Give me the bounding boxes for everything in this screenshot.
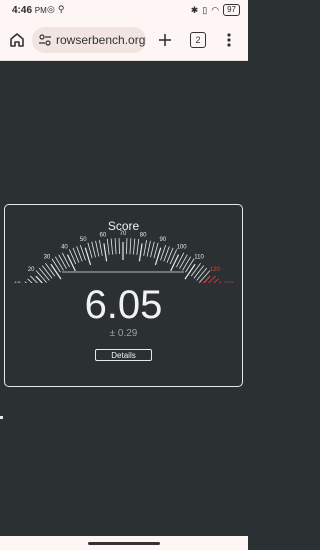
gauge-tick (185, 258, 195, 273)
gauge-tick-label: 60 (100, 233, 107, 239)
url-text[interactable]: rowserbench.org (56, 33, 145, 47)
score-gauge: 0102030405060708090100110120130140 (14, 231, 234, 283)
gesture-nav-bar (0, 536, 248, 550)
page-content: Score 0102030405060708090100110120130140… (0, 61, 248, 536)
gauge-tick (106, 238, 110, 255)
tab-switcher-button[interactable]: 2 (190, 32, 206, 48)
gauge-tick (54, 256, 64, 271)
notification-icons: ◎⚲ (47, 4, 67, 15)
gauge-tick (129, 238, 132, 255)
gauge-tick (38, 267, 50, 281)
gauge-tick (99, 240, 103, 256)
gauge-tick (138, 243, 143, 262)
address-bar[interactable]: rowserbench.org (32, 27, 146, 53)
gauge-tick (95, 240, 100, 257)
gauge-tick-label: 20 (28, 267, 35, 273)
gauge-tick (41, 265, 53, 279)
gauge-tick (182, 256, 192, 271)
gauge-tick (153, 242, 159, 259)
gauge-tick (66, 254, 76, 272)
new-tab-icon[interactable] (156, 31, 174, 49)
gauge-tick (176, 252, 185, 268)
gauge-tick (170, 254, 180, 272)
score-card: Score 0102030405060708090100110120130140… (4, 204, 243, 387)
gauge-tick (91, 241, 96, 258)
gauge-tick (143, 240, 147, 256)
gauge-tick-label: 110 (194, 254, 204, 260)
gauge-tick (193, 265, 205, 279)
gauge-tick (146, 240, 151, 257)
bluetooth-icon: ✱ (190, 4, 199, 15)
gauge-tick (196, 267, 208, 281)
gauge-tick (184, 263, 196, 280)
gauge-tick-label: 40 (61, 244, 68, 250)
gauge-tick (114, 238, 117, 255)
status-ampm: PM (34, 6, 47, 15)
system-icons: ✱ ▯ ◠ 97 (191, 4, 240, 16)
gauge-tick (51, 258, 61, 273)
gauge-tick-label: 50 (80, 237, 87, 243)
gauge-tick (61, 252, 70, 268)
gauge-tick (190, 262, 201, 277)
gauge-tick (45, 262, 56, 277)
home-icon[interactable] (8, 31, 26, 49)
gauge-tick (179, 254, 188, 269)
chrome-notification-icon: ◎ (47, 4, 58, 14)
wifi-icon: ◠ (211, 4, 220, 15)
gauge-tick (110, 238, 114, 255)
vibrate-icon: ▯ (202, 4, 208, 15)
status-bar: 4:46 PM ◎⚲ ✱ ▯ ◠ 97 (0, 0, 248, 22)
gauge-tick (150, 241, 155, 258)
home-gesture-handle[interactable] (88, 542, 160, 545)
status-time: 4:46 PM (12, 5, 47, 16)
gauge-tick-label: 100 (177, 244, 188, 250)
gauge-tick-label: 70 (120, 231, 127, 237)
gauge-tick (199, 270, 211, 283)
gauge-tick-label: 30 (44, 254, 51, 260)
more-menu-icon[interactable] (226, 31, 232, 49)
signal-notification-icon: ⚲ (57, 4, 68, 14)
gauge-tick (132, 238, 136, 255)
details-button[interactable]: Details (95, 349, 152, 361)
gauge-tick (35, 270, 47, 283)
status-time-value: 4:46 (12, 5, 33, 16)
gauge-tick-label: 80 (140, 233, 147, 239)
gauge-tick (136, 238, 140, 255)
gauge-tick-label: 120 (210, 267, 221, 273)
score-error: ± 0.29 (109, 328, 138, 339)
gauge-tick (50, 263, 62, 280)
gauge-tick (87, 242, 93, 259)
score-value: 6.05 (84, 283, 163, 327)
site-settings-icon[interactable] (38, 33, 52, 47)
battery-icon: 97 (223, 4, 240, 16)
gauge-tick (103, 243, 108, 262)
scroll-edge-marker (0, 416, 3, 419)
gauge-tick-label: 90 (159, 237, 166, 243)
browser-toolbar: rowserbench.org 2 (0, 22, 248, 61)
gauge-tick (58, 254, 67, 269)
